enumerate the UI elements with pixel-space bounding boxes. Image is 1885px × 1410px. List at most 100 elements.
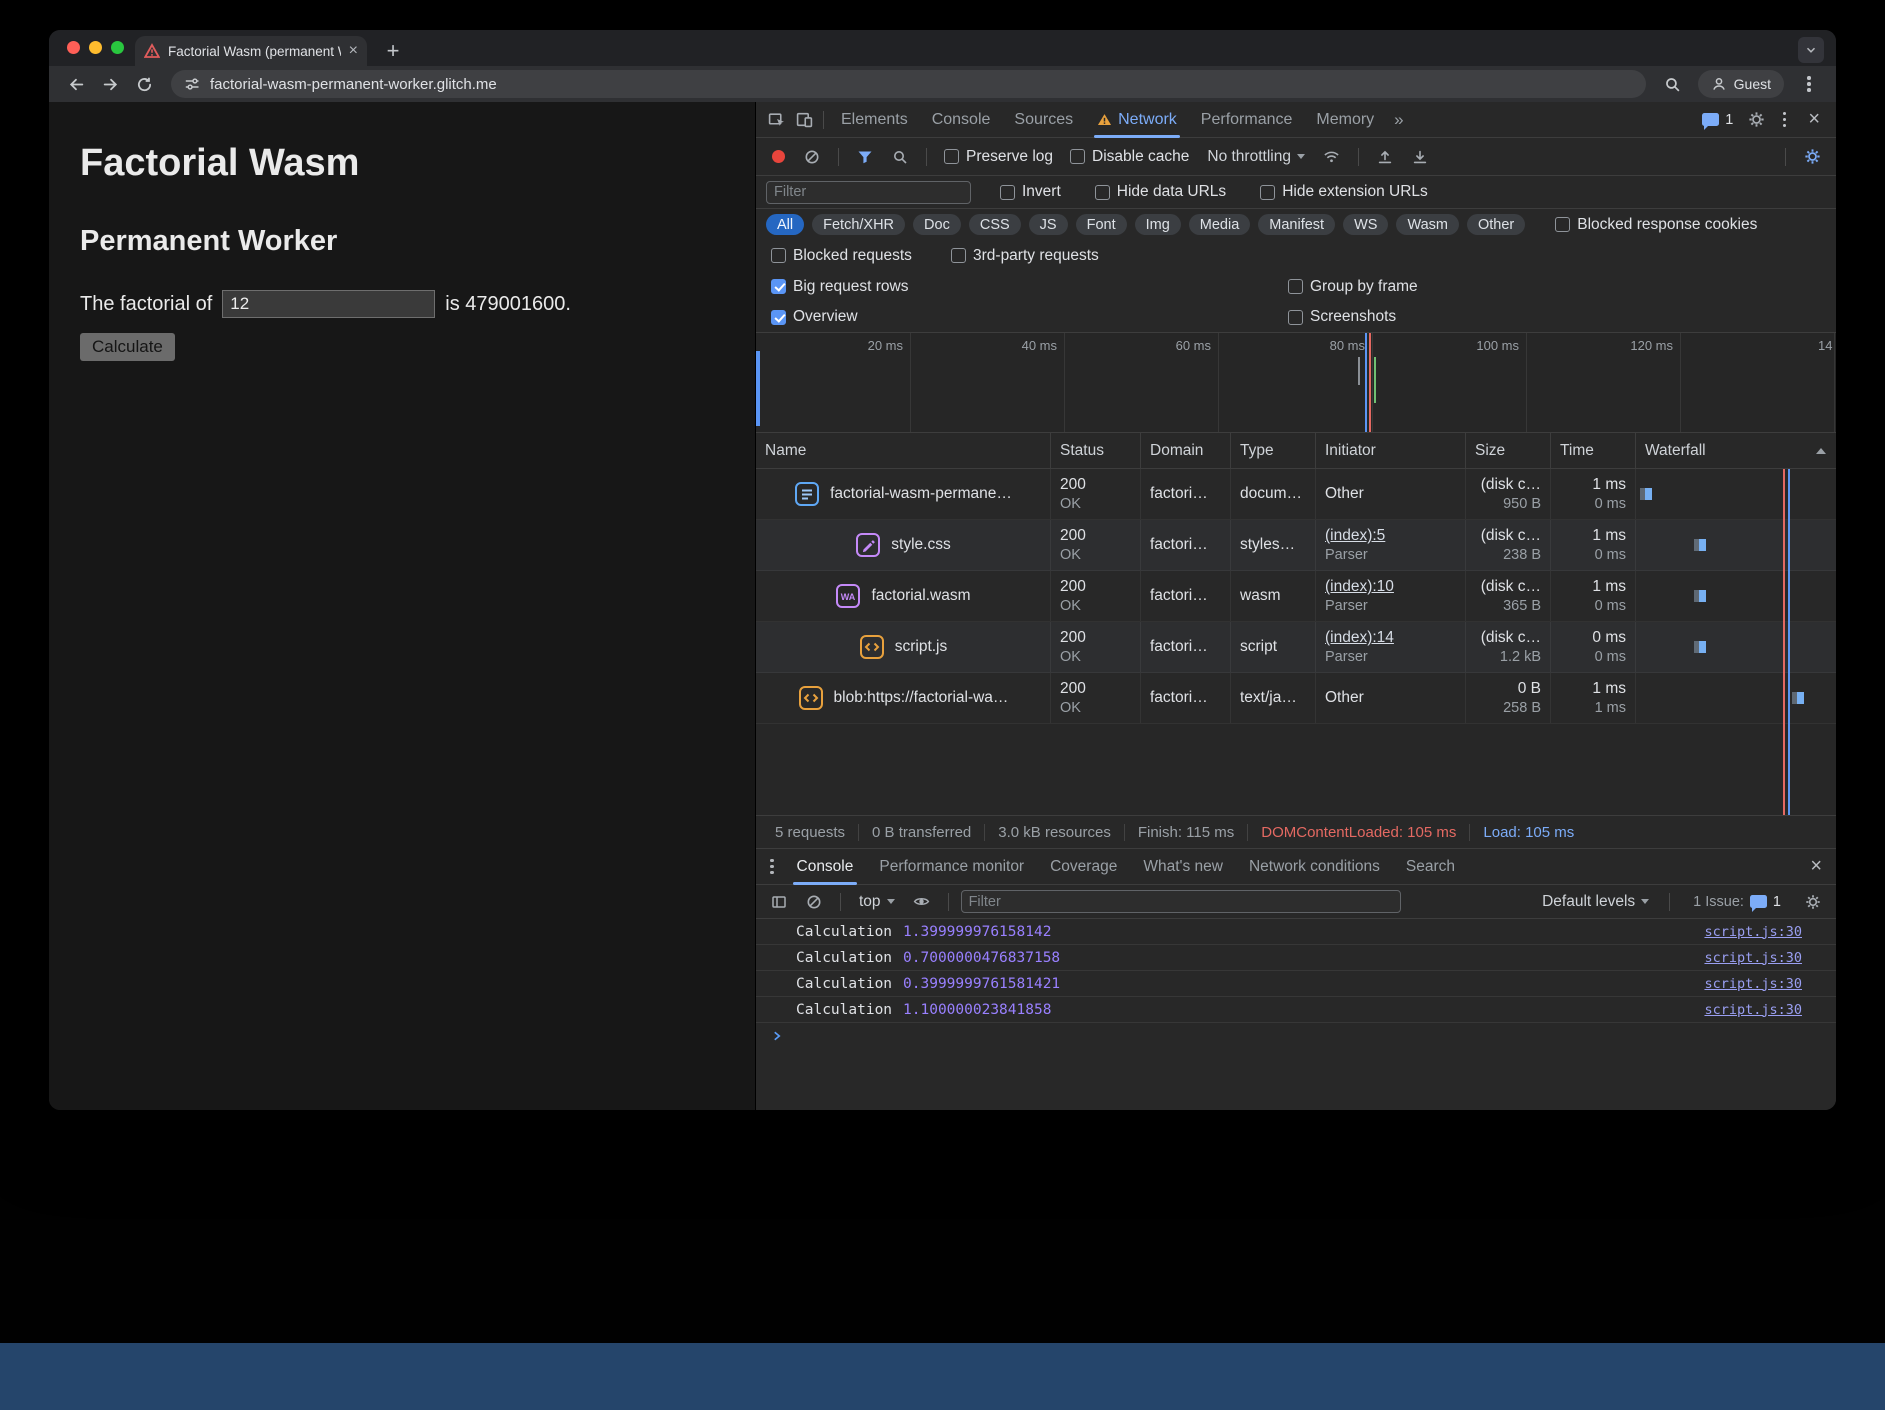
filter-funnel-icon[interactable] [851, 144, 879, 170]
more-tabs-icon[interactable]: » [1386, 110, 1411, 130]
blocked-requests-checkbox[interactable]: Blocked requests [771, 247, 941, 265]
network-request-row[interactable]: blob:https://factorial-wa… 200OK factori… [756, 673, 1836, 724]
column-header-time[interactable]: Time [1551, 433, 1636, 468]
column-header-size[interactable]: Size [1466, 433, 1551, 468]
drawer-tab-search[interactable]: Search [1393, 849, 1468, 885]
chip-ws[interactable]: WS [1343, 214, 1388, 235]
reload-button[interactable] [129, 70, 159, 98]
overview-checkbox[interactable]: Overview [771, 308, 858, 326]
checkbox-box[interactable] [1070, 149, 1085, 164]
network-request-row[interactable]: style.css 200OK factori… styles… (index)… [756, 520, 1836, 571]
console-source-link[interactable]: script.js:30 [1704, 924, 1802, 940]
chip-all[interactable]: All [766, 214, 804, 235]
network-settings-icon[interactable] [1798, 144, 1826, 170]
site-settings-icon[interactable] [184, 76, 200, 92]
big-request-rows-checkbox[interactable]: Big request rows [771, 278, 908, 296]
console-issues-counter[interactable]: 1 Issue: 1 [1684, 894, 1790, 910]
column-header-domain[interactable]: Domain [1141, 433, 1231, 468]
checkbox-box-checked[interactable] [771, 310, 786, 325]
device-toolbar-icon[interactable] [790, 107, 818, 133]
minimize-window-button[interactable] [89, 41, 102, 54]
network-overview-timeline[interactable]: 20 ms 40 ms 60 ms 80 ms 100 ms 120 ms 14 [756, 333, 1836, 433]
export-har-icon[interactable] [1406, 144, 1434, 170]
tab-performance[interactable]: Performance [1189, 102, 1305, 138]
new-tab-button[interactable]: + [379, 37, 407, 65]
network-request-row[interactable]: factorial-wasm-permane… 200OK factori… d… [756, 469, 1836, 520]
checkbox-box-checked[interactable] [771, 279, 786, 294]
column-header-initiator[interactable]: Initiator [1316, 433, 1466, 468]
checkbox-box[interactable] [1260, 185, 1275, 200]
hide-extension-urls-checkbox[interactable]: Hide extension URLs [1260, 183, 1428, 201]
checkbox-box[interactable] [1095, 185, 1110, 200]
tab-memory[interactable]: Memory [1304, 102, 1386, 138]
checkbox-box[interactable] [771, 248, 786, 263]
record-network-log-button[interactable] [772, 150, 785, 163]
chip-media[interactable]: Media [1189, 214, 1251, 235]
invert-checkbox[interactable]: Invert [1000, 183, 1061, 201]
checkbox-box[interactable] [1288, 310, 1303, 325]
console-prompt[interactable] [756, 1023, 1836, 1049]
drawer-tab-console[interactable]: Console [784, 849, 867, 885]
console-sidebar-icon[interactable] [765, 889, 793, 915]
network-request-row[interactable]: WA factorial.wasm 200OK factori… wasm (i… [756, 571, 1836, 622]
log-levels-dropdown[interactable]: Default levels [1542, 893, 1649, 911]
checkbox-box[interactable] [1555, 217, 1570, 232]
calculate-button[interactable]: Calculate [80, 333, 175, 361]
network-conditions-icon[interactable] [1318, 144, 1346, 170]
checkbox-box[interactable] [944, 149, 959, 164]
column-header-status[interactable]: Status [1051, 433, 1141, 468]
close-window-button[interactable] [67, 41, 80, 54]
live-expression-eye-icon[interactable] [908, 889, 936, 915]
forward-button[interactable] [95, 70, 125, 98]
chip-wasm[interactable]: Wasm [1396, 214, 1459, 235]
chip-doc[interactable]: Doc [913, 214, 961, 235]
issues-counter[interactable]: 1 [1693, 112, 1742, 128]
initiator-link[interactable]: (index):5 [1325, 527, 1456, 545]
tab-network[interactable]: Network [1085, 102, 1189, 138]
factorial-input[interactable] [222, 290, 435, 318]
chip-css[interactable]: CSS [969, 214, 1021, 235]
profile-button[interactable]: Guest [1698, 70, 1784, 98]
network-request-row[interactable]: script.js 200OK factori… script (index):… [756, 622, 1836, 673]
clear-network-log-icon[interactable] [798, 144, 826, 170]
checkbox-box[interactable] [951, 248, 966, 263]
clear-console-icon[interactable] [800, 889, 828, 915]
chip-font[interactable]: Font [1076, 214, 1127, 235]
chip-js[interactable]: JS [1029, 214, 1068, 235]
console-context-dropdown[interactable]: top [859, 893, 895, 911]
inspect-element-icon[interactable] [762, 107, 790, 133]
chip-manifest[interactable]: Manifest [1258, 214, 1335, 235]
chip-img[interactable]: Img [1135, 214, 1181, 235]
column-header-waterfall[interactable]: Waterfall [1636, 433, 1836, 468]
drawer-close-icon[interactable]: × [1800, 855, 1832, 878]
checkbox-box[interactable] [1000, 185, 1015, 200]
checkbox-box[interactable] [1288, 279, 1303, 294]
console-source-link[interactable]: script.js:30 [1704, 950, 1802, 966]
chip-fetch-xhr[interactable]: Fetch/XHR [812, 214, 905, 235]
drawer-tab-network-conditions[interactable]: Network conditions [1236, 849, 1393, 885]
column-header-type[interactable]: Type [1231, 433, 1316, 468]
drawer-menu-icon[interactable] [760, 859, 784, 875]
timeline-left-handle[interactable] [756, 351, 760, 426]
blocked-response-cookies-checkbox[interactable]: Blocked response cookies [1555, 216, 1757, 234]
drawer-tab-whats-new[interactable]: What's new [1130, 849, 1236, 885]
devtools-close-icon[interactable]: × [1798, 108, 1830, 131]
browser-menu-button[interactable] [1794, 70, 1824, 98]
console-source-link[interactable]: script.js:30 [1704, 976, 1802, 992]
disable-cache-checkbox[interactable]: Disable cache [1070, 148, 1189, 166]
devtools-menu-icon[interactable] [1770, 107, 1798, 133]
fullscreen-window-button[interactable] [111, 41, 124, 54]
tab-search-button[interactable] [1798, 37, 1824, 63]
tab-console[interactable]: Console [920, 102, 1003, 138]
preserve-log-checkbox[interactable]: Preserve log [944, 148, 1053, 166]
drawer-tab-coverage[interactable]: Coverage [1037, 849, 1130, 885]
url-bar[interactable]: factorial-wasm-permanent-worker.glitch.m… [171, 70, 1646, 98]
zoom-icon[interactable] [1658, 70, 1688, 98]
network-filter-input[interactable] [766, 181, 971, 204]
column-header-name[interactable]: Name [756, 433, 1051, 468]
console-source-link[interactable]: script.js:30 [1704, 1002, 1802, 1018]
console-settings-icon[interactable] [1799, 889, 1827, 915]
tab-sources[interactable]: Sources [1002, 102, 1085, 138]
import-har-icon[interactable] [1371, 144, 1399, 170]
throttling-dropdown[interactable]: No throttling [1207, 148, 1305, 166]
